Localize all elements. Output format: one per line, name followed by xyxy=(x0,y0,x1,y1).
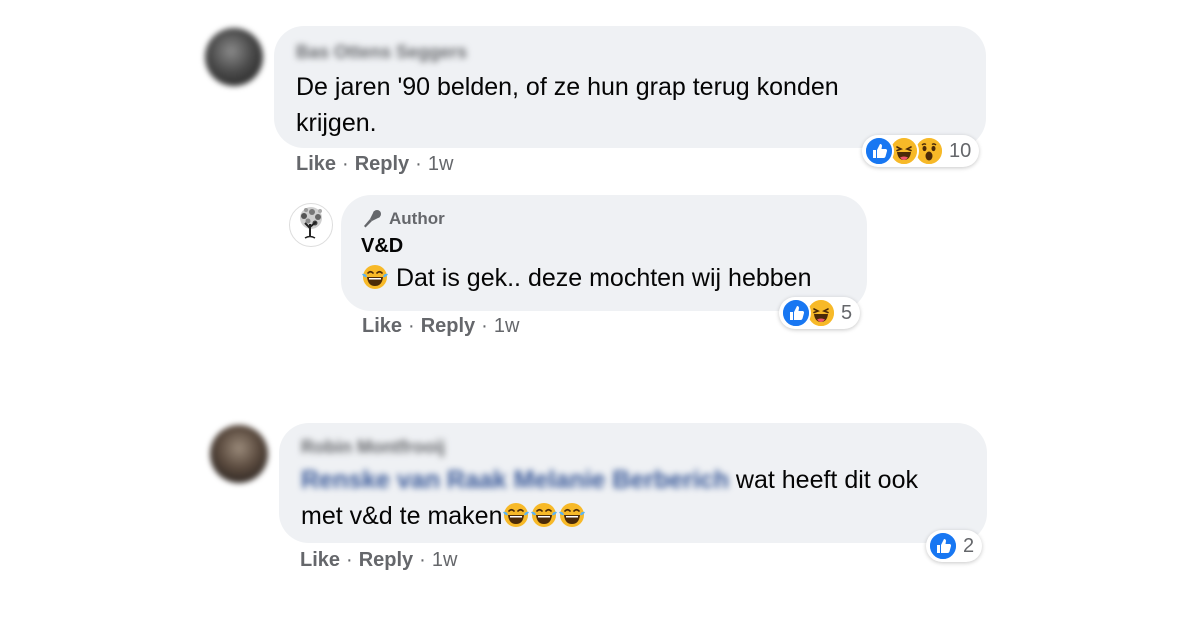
comment-bubble: Author V&D Dat is gek.. deze mochten wij… xyxy=(341,195,867,311)
separator: · xyxy=(408,315,415,337)
microphone-icon xyxy=(364,210,381,228)
laughing-tears-emoji-icon xyxy=(530,501,558,529)
like-icon xyxy=(928,531,958,561)
comment-text: De jaren '90 belden, of ze hun grap teru… xyxy=(296,73,839,137)
timestamp[interactable]: 1w xyxy=(432,549,458,571)
timestamp[interactable]: 1w xyxy=(428,153,454,175)
reaction-summary[interactable]: 10 xyxy=(862,135,980,167)
tagged-users[interactable]: Renske van Raak Melanie Berberich xyxy=(301,466,729,494)
comment-actions: Like · Reply · 1w xyxy=(296,153,453,176)
comment-bubble: Bas Ottens Seggers De jaren '90 belden, … xyxy=(274,26,986,148)
reaction-count: 10 xyxy=(949,139,972,162)
comment-author[interactable]: Bas Ottens Seggers xyxy=(296,42,964,63)
author-badge: Author xyxy=(361,209,847,229)
laughing-tears-emoji-icon xyxy=(361,263,389,291)
comment-bubble: Robin Montfrooij Renske van Raak Melanie… xyxy=(279,423,987,543)
reply-button[interactable]: Reply xyxy=(355,153,409,175)
reply-button[interactable]: Reply xyxy=(421,315,475,337)
comment-actions: Like · Reply · 1w xyxy=(300,549,457,572)
comment-author[interactable]: V&D xyxy=(361,235,847,258)
comment-actions: Like · Reply · 1w xyxy=(362,315,519,338)
separator: · xyxy=(419,549,426,571)
separator: · xyxy=(346,549,353,571)
timestamp[interactable]: 1w xyxy=(494,315,520,337)
author-avatar[interactable] xyxy=(289,203,333,247)
laughing-tears-emoji-icon xyxy=(558,501,586,529)
comment-author[interactable]: Robin Montfrooij xyxy=(301,437,965,458)
reaction-summary[interactable]: 2 xyxy=(926,530,983,562)
separator: · xyxy=(415,153,422,175)
like-button[interactable]: Like xyxy=(362,315,402,337)
like-button[interactable]: Like xyxy=(300,549,340,571)
commenter-avatar[interactable] xyxy=(205,28,263,86)
comment-text-line: Dat is gek.. deze mochten wij hebben xyxy=(361,260,847,296)
reaction-count: 2 xyxy=(963,534,975,557)
reply-button[interactable]: Reply xyxy=(359,549,413,571)
commenter-avatar[interactable] xyxy=(210,425,268,483)
comment-text: Dat is gek.. deze mochten wij hebben xyxy=(395,264,812,292)
laughing-tears-emoji-icon xyxy=(502,501,530,529)
like-icon xyxy=(864,136,894,166)
tree-logo-icon xyxy=(300,207,322,239)
separator: · xyxy=(481,315,488,337)
reaction-count: 5 xyxy=(841,301,853,324)
reaction-summary[interactable]: 5 xyxy=(779,297,861,329)
separator: · xyxy=(342,153,349,175)
author-badge-label: Author xyxy=(389,209,445,228)
like-icon xyxy=(781,298,811,328)
like-button[interactable]: Like xyxy=(296,153,336,175)
comment-text-line: Renske van Raak Melanie Berberich wat he… xyxy=(301,462,961,534)
